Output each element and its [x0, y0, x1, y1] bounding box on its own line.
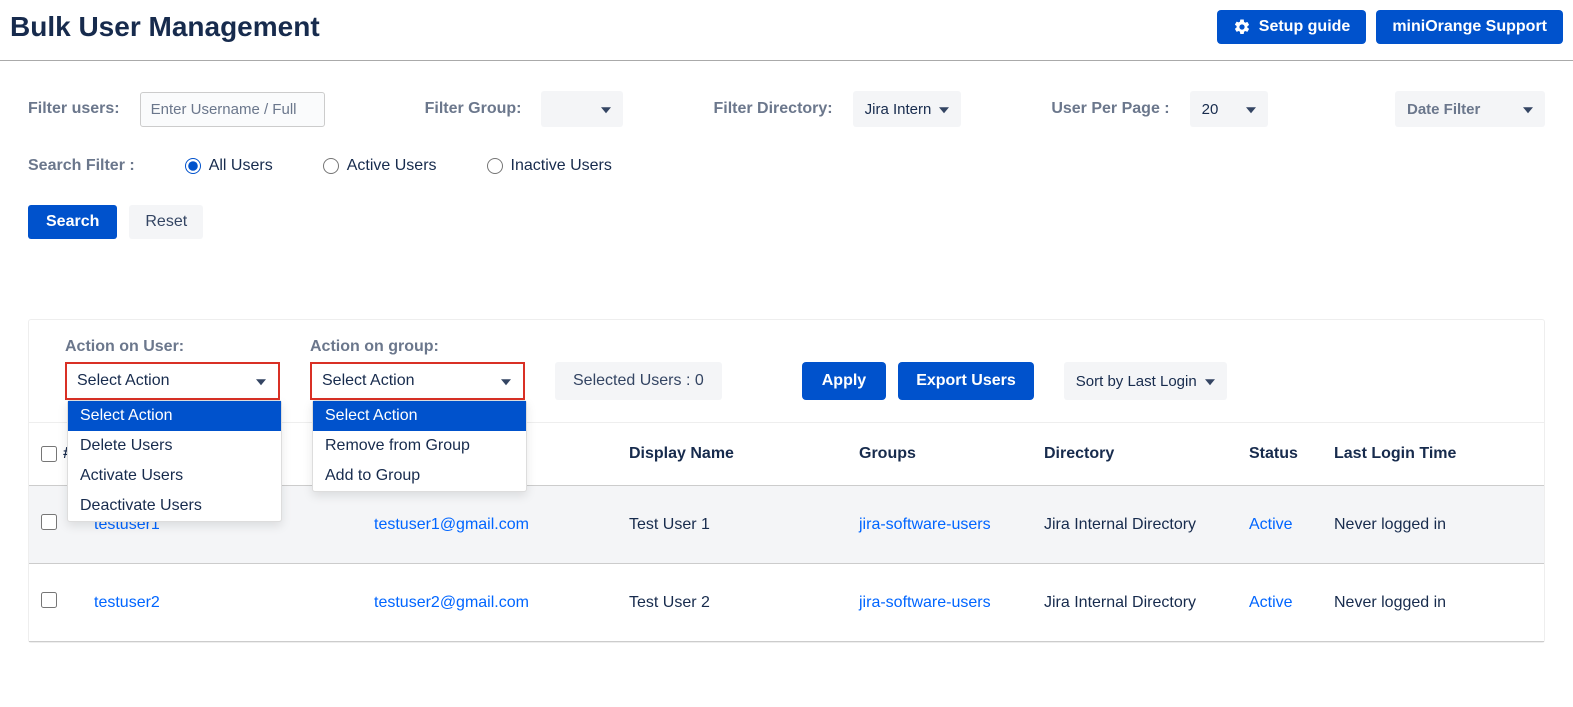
support-label: miniOrange Support [1392, 18, 1547, 36]
action-user-select[interactable]: Select Action Select Action Delete Users… [65, 362, 280, 400]
reset-button[interactable]: Reset [129, 205, 203, 239]
per-page-select[interactable]: 20 [1190, 91, 1268, 127]
radio-all-input[interactable] [185, 158, 201, 174]
export-users-button[interactable]: Export Users [898, 362, 1034, 400]
group-menu-item-select[interactable]: Select Action [313, 401, 526, 431]
radio-inactive-users[interactable]: Inactive Users [487, 157, 612, 175]
cell-status[interactable]: Active [1249, 594, 1293, 611]
group-menu-item-remove[interactable]: Remove from Group [313, 431, 526, 461]
page-title: Bulk User Management [10, 11, 320, 43]
filter-directory-select[interactable]: Jira Intern [853, 91, 962, 127]
cell-groups[interactable]: jira-software-users [859, 594, 991, 611]
user-menu-item-delete[interactable]: Delete Users [68, 431, 281, 461]
cell-display: Test User 2 [619, 564, 849, 642]
filter-group-label: Filter Group: [425, 100, 522, 118]
filter-group-select[interactable] [541, 91, 623, 127]
action-user-label: Action on User: [65, 338, 280, 356]
filter-users-input[interactable] [140, 92, 325, 127]
action-group-dropdown: Select Action Remove from Group Add to G… [312, 400, 527, 492]
user-menu-item-deactivate[interactable]: Deactivate Users [68, 491, 281, 521]
radio-inactive-input[interactable] [487, 158, 503, 174]
radio-all-label: All Users [209, 157, 273, 175]
per-page-label: User Per Page : [1051, 100, 1169, 118]
search-button[interactable]: Search [28, 205, 117, 239]
action-group-select[interactable]: Select Action Select Action Remove from … [310, 362, 525, 400]
search-filter-label: Search Filter : [28, 157, 135, 175]
support-button[interactable]: miniOrange Support [1376, 10, 1563, 44]
sort-select[interactable]: Sort by Last Login [1064, 362, 1227, 400]
radio-all-users[interactable]: All Users [185, 157, 273, 175]
cell-directory: Jira Internal Directory [1034, 486, 1239, 564]
filter-directory-label: Filter Directory: [713, 100, 832, 118]
row-checkbox[interactable] [41, 514, 57, 530]
cell-last-login: Never logged in [1324, 486, 1544, 564]
apply-button[interactable]: Apply [802, 362, 886, 400]
table-row: testuser2 testuser2@gmail.com Test User … [29, 564, 1544, 642]
action-group-label: Action on group: [310, 338, 525, 356]
radio-inactive-label: Inactive Users [511, 157, 612, 175]
gear-icon [1233, 18, 1251, 36]
radio-active-input[interactable] [323, 158, 339, 174]
cell-email[interactable]: testuser1@gmail.com [374, 516, 529, 533]
setup-guide-label: Setup guide [1259, 18, 1351, 36]
select-all-checkbox[interactable] [41, 446, 57, 462]
cell-directory: Jira Internal Directory [1034, 564, 1239, 642]
user-menu-item-activate[interactable]: Activate Users [68, 461, 281, 491]
cell-status[interactable]: Active [1249, 516, 1293, 533]
col-display: Display Name [619, 423, 849, 486]
filter-users-label: Filter users: [28, 100, 120, 118]
col-groups: Groups [849, 423, 1034, 486]
user-menu-item-select[interactable]: Select Action [68, 401, 281, 431]
group-menu-item-add[interactable]: Add to Group [313, 461, 526, 491]
date-filter-select[interactable]: Date Filter [1395, 91, 1545, 127]
col-directory: Directory [1034, 423, 1239, 486]
cell-email[interactable]: testuser2@gmail.com [374, 594, 529, 611]
selected-users-count: Selected Users : 0 [555, 362, 722, 400]
cell-username[interactable]: testuser2 [94, 594, 160, 611]
action-user-dropdown: Select Action Delete Users Activate User… [67, 400, 282, 522]
cell-display: Test User 1 [619, 486, 849, 564]
row-checkbox[interactable] [41, 592, 57, 608]
setup-guide-button[interactable]: Setup guide [1217, 10, 1367, 44]
radio-active-label: Active Users [347, 157, 437, 175]
radio-active-users[interactable]: Active Users [323, 157, 437, 175]
cell-last-login: Never logged in [1324, 564, 1544, 642]
cell-groups[interactable]: jira-software-users [859, 516, 991, 533]
col-last-login: Last Login Time [1324, 423, 1544, 486]
col-status: Status [1239, 423, 1324, 486]
